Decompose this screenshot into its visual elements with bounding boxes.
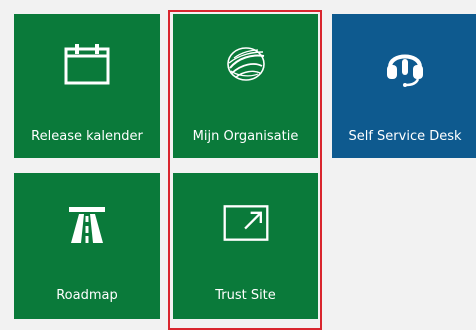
tile-self-service-desk[interactable]: Self Service Desk <box>332 14 476 158</box>
tile-trust-site[interactable]: Trust Site <box>173 173 318 319</box>
tile-label: Self Service Desk <box>348 129 462 144</box>
tile-label: Release kalender <box>31 129 143 144</box>
tile-mijn-organisatie[interactable]: Mijn Organisatie <box>173 14 318 158</box>
external-link-icon <box>221 198 271 248</box>
headset-icon <box>380 39 430 89</box>
tile-label: Trust Site <box>215 288 276 303</box>
tile-roadmap[interactable]: Roadmap <box>14 173 160 319</box>
tile-release-kalender[interactable]: Release kalender <box>14 14 160 158</box>
tile-label: Mijn Organisatie <box>192 129 299 144</box>
calendar-icon <box>62 39 112 89</box>
road-icon <box>62 198 112 248</box>
tile-label: Roadmap <box>56 288 118 303</box>
globe-swirl-icon <box>221 39 271 89</box>
